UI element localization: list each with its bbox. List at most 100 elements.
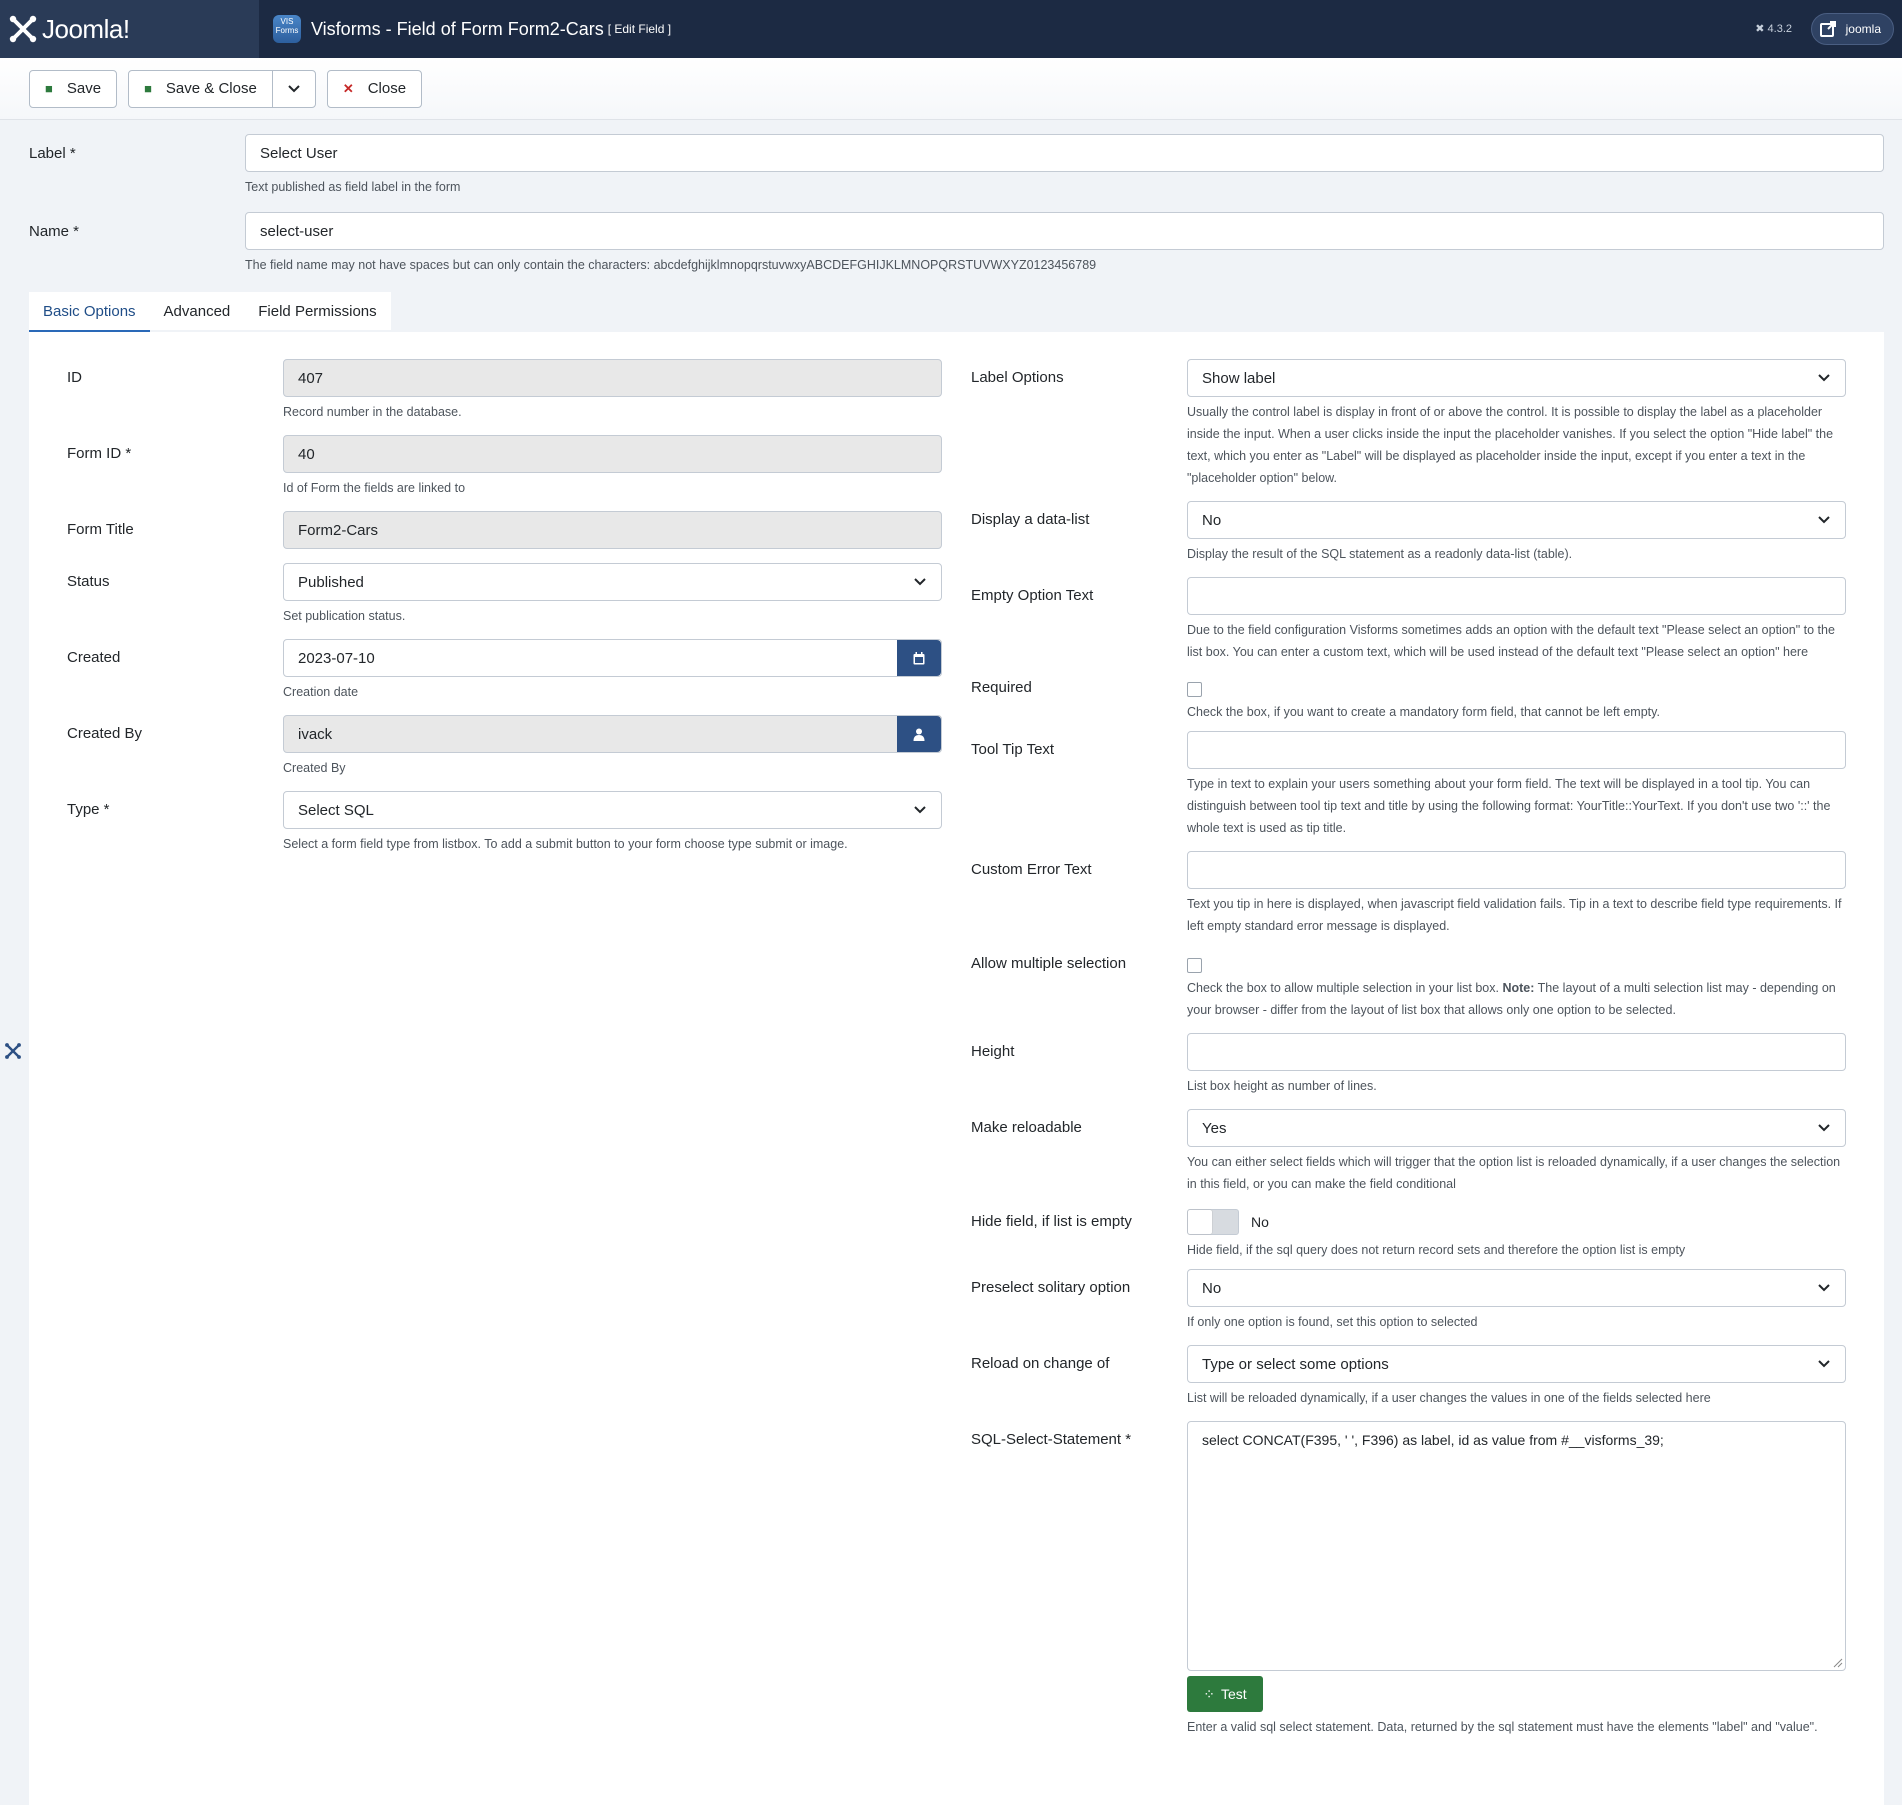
save-options-dropdown[interactable] [271,70,315,107]
left-column: ID 407 Record number in the database. Fo… [67,359,972,855]
chevron-down-icon [1803,360,1845,396]
custom-error-help: Text you tip in here is displayed, when … [1187,897,1842,933]
resize-handle-icon[interactable] [1833,1658,1843,1668]
joomla-icon [9,15,37,43]
multiple-help-text: Check the box to allow multiple selectio… [1187,981,1499,995]
sql-value: select CONCAT(F395, ' ', F396) as label,… [1202,1432,1664,1448]
form-id-input: 40 [283,435,942,473]
label-options-select[interactable]: Show label [1187,359,1846,397]
form-id-label: Form ID * [67,445,132,462]
sql-textarea[interactable]: select CONCAT(F395, ' ', F396) as label,… [1187,1421,1846,1671]
reloadable-help: You can either select fields which will … [1187,1155,1841,1191]
close-button-label: Close [367,80,407,97]
tab-advanced[interactable]: Advanced [149,292,245,330]
chevron-down-icon [1803,1270,1845,1306]
sql-help: Enter a valid sql select statement. Data… [1187,1720,1818,1734]
test-button[interactable]: ⁘ Test [1187,1676,1263,1712]
multiple-label: Allow multiple selection [971,955,1127,972]
reloadable-select[interactable]: Yes [1187,1109,1846,1147]
hide-empty-help: Hide field, if the sql query does not re… [1187,1243,1686,1257]
reload-on-placeholder: Type or select some options [1202,1355,1389,1373]
app-header: Joomla! VIS Forms Visforms - Field of Fo… [0,0,1902,58]
data-list-value: No [1202,511,1222,529]
user-icon [913,728,925,741]
external-link-icon [1819,21,1836,37]
data-list-help: Display the result of the SQL statement … [1187,547,1573,561]
name-input[interactable]: select-user [245,212,1884,250]
custom-error-input[interactable] [1187,851,1846,889]
height-input[interactable] [1187,1033,1846,1071]
save-icon: ■ [144,81,152,96]
data-list-label: Display a data-list [971,511,1090,528]
sql-label: SQL-Select-Statement * [971,1431,1132,1448]
reloadable-label: Make reloadable [971,1119,1082,1136]
chevron-down-icon [1803,1110,1845,1146]
form-title-input: Form2-Cars [283,511,942,549]
status-select[interactable]: Published [283,563,942,601]
created-value: 2023-07-10 [298,649,375,667]
multiple-help-note: Note: [1502,981,1535,995]
switch-track [1187,1209,1239,1235]
switch-knob [1188,1210,1212,1234]
brand-name: Joomla! [42,13,130,44]
label-help: Text published as field label in the for… [245,180,461,194]
name-field-label: Name * [29,223,80,240]
tooltip-input[interactable] [1187,731,1846,769]
top-form: Label * Select User Text published as fi… [0,120,1902,276]
multiple-checkbox[interactable] [1187,958,1202,973]
label-options-label: Label Options [971,369,1064,386]
calendar-button[interactable] [897,640,941,676]
close-button[interactable]: ✕ Close [326,69,423,108]
right-column: Label Options Show label Usually the con… [971,359,1876,1738]
preselect-select[interactable]: No [1187,1269,1846,1307]
reload-on-select[interactable]: Type or select some options [1187,1345,1846,1383]
reload-on-help: List will be reloaded dynamically, if a … [1187,1391,1711,1405]
status-label: Status [67,573,110,590]
form-title-label: Form Title [67,521,134,538]
form-id-help: Id of Form the fields are linked to [283,481,466,495]
hide-empty-switch[interactable]: No [1187,1209,1846,1235]
label-options-help: Usually the control label is display in … [1187,405,1834,485]
save-close-label: Save & Close [165,80,257,97]
required-label: Required [971,679,1032,696]
status-value: Published [298,573,364,591]
chevron-down-icon [899,564,941,600]
user-menu-label: joomla [1845,22,1881,36]
user-menu-button[interactable]: joomla [1810,13,1894,45]
save-close-button[interactable]: ■ Save & Close [129,71,272,107]
hide-empty-value: No [1251,1214,1269,1230]
tab-basic-options[interactable]: Basic Options [29,292,150,332]
preselect-value: No [1202,1279,1222,1297]
save-button[interactable]: ■ Save [29,69,118,108]
custom-error-label: Custom Error Text [971,861,1092,878]
preselect-help: If only one option is found, set this op… [1187,1315,1478,1329]
test-button-label: Test [1221,1686,1247,1702]
type-value: Select SQL [298,801,374,819]
required-checkbox[interactable] [1187,682,1202,697]
save-button-label: Save [66,80,102,97]
id-label: ID [67,369,82,386]
height-label: Height [971,1043,1015,1060]
empty-option-input[interactable] [1187,577,1846,615]
chevron-down-icon [1803,502,1845,538]
tab-field-permissions[interactable]: Field Permissions [244,292,391,330]
joomla-sidebar-toggle-icon[interactable] [4,1042,22,1060]
data-list-select[interactable]: No [1187,501,1846,539]
version-label: ✖ 4.3.2 [1755,22,1792,35]
id-help: Record number in the database. [283,405,462,419]
spinner-icon: ⁘ [1203,1685,1216,1702]
type-select[interactable]: Select SQL [283,791,942,829]
save-icon: ■ [45,81,53,96]
required-help: Check the box, if you want to create a m… [1187,705,1660,719]
created-by-help: Created By [283,761,346,775]
joomla-logo[interactable]: Joomla! [0,0,259,58]
created-input[interactable]: 2023-07-10 [283,639,942,677]
created-by-value: ivack [298,725,333,743]
tab-bar: Basic Options Advanced Field Permissions [29,292,1884,332]
id-input: 407 [283,359,942,397]
label-input[interactable]: Select User [245,134,1884,172]
hide-empty-label: Hide field, if list is empty [971,1213,1132,1230]
name-help: The field name may not have spaces but c… [245,258,1097,272]
type-help: Select a form field type from listbox. T… [283,837,848,851]
select-user-button[interactable] [897,716,941,752]
